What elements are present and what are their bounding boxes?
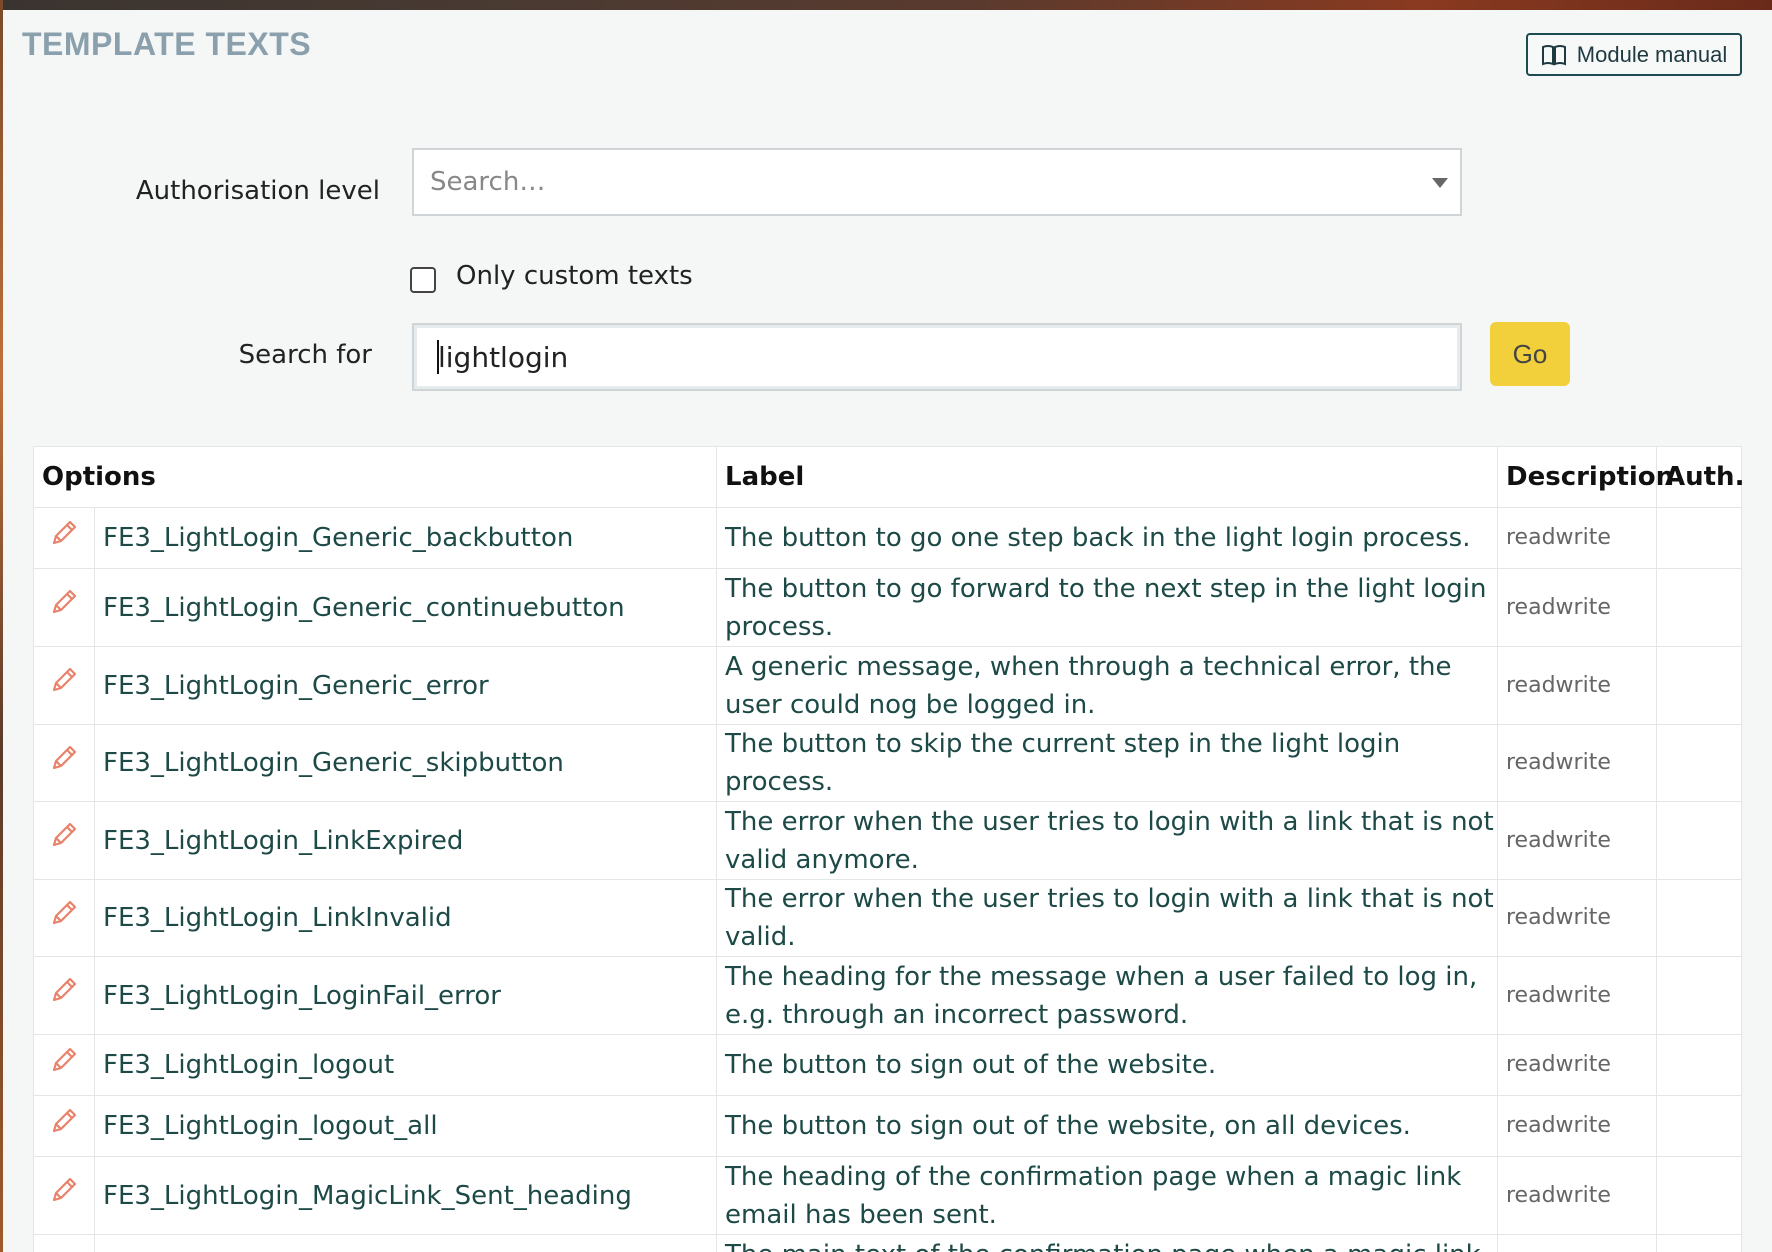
text-label: The heading of the confirmation page whe… [716,1156,1498,1235]
text-key[interactable]: FE3_LightLogin_LoginFail_error [94,956,717,1035]
page-title: TEMPLATE TEXTS [22,26,312,62]
authorisation-level-label: Authorisation level [135,176,380,206]
column-header-options[interactable]: Options [33,446,717,508]
text-description: readwrite [1497,724,1657,802]
edit-cell[interactable] [33,801,95,880]
table-row: FE3_LightLogin_Generic_skipbutton The but… [33,724,1742,802]
edit-cell[interactable] [33,879,95,957]
table-row: FE3_LightLogin_logout_all The button to s… [33,1095,1742,1157]
column-header-description[interactable]: Description [1497,446,1674,508]
text-auth [1656,956,1742,1035]
edit-cell[interactable] [33,507,95,569]
text-auth [1656,646,1742,725]
text-label: The error when the user tries to login w… [716,879,1498,957]
module-manual-label: Module manual [1576,41,1728,67]
text-key[interactable]: FE3_LightLogin_logout_all [94,1095,717,1157]
go-button[interactable]: Go [1490,322,1570,386]
table-row: FE3_LightLogin_LinkExpired The error when… [33,801,1742,880]
text-description: readwrite [1497,1234,1657,1252]
table-row: FE3_LightLogin_MagicLink_Sent_messageThe… [33,1234,1742,1252]
text-label: The heading for the message when a user … [716,956,1498,1035]
table-row: FE3_LightLogin_MagicLink_Sent_heading The… [33,1156,1742,1235]
pencil-icon[interactable] [48,586,80,618]
pencil-icon[interactable] [48,742,80,774]
edit-cell[interactable] [33,1034,95,1096]
text-label: The button to go one step back in the li… [716,507,1498,569]
column-header-auth[interactable]: Auth. [1656,446,1744,508]
text-key[interactable]: FE3_LightLogin_Generic_error [94,646,717,725]
text-key[interactable]: FE3_LightLogin_MagicLink_Sent_message [94,1234,717,1252]
edit-cell[interactable] [33,568,95,647]
window-left-strip [0,0,3,1252]
pencil-icon[interactable] [48,819,80,851]
text-description: readwrite [1497,879,1657,957]
search-for-label: Search for [238,340,372,370]
text-auth [1656,801,1742,880]
text-label: The button to go forward to the next ste… [716,568,1498,647]
text-description: readwrite [1497,646,1657,725]
pencil-icon[interactable] [48,517,80,549]
text-description: readwrite [1497,568,1657,647]
template-texts-table: Options Label Description Auth. FE3_Ligh… [33,446,1744,1252]
pencil-icon[interactable] [48,1105,80,1137]
text-description: readwrite [1497,1034,1657,1096]
chevron-down-icon [1432,178,1448,188]
text-auth [1656,1034,1742,1096]
text-auth [1656,1234,1742,1252]
edit-cell[interactable] [33,724,95,802]
table-row: FE3_LightLogin_Generic_backbutton The but… [33,507,1742,569]
table-header-row: Options Label Description Auth. [33,446,1744,508]
edit-cell[interactable] [33,1156,95,1235]
authorisation-level-placeholder: Search… [430,167,546,197]
text-auth [1656,1095,1742,1157]
text-label: The button to sign out of the website, o… [716,1095,1498,1157]
text-label: The error when the user tries to login w… [716,801,1498,880]
text-key[interactable]: FE3_LightLogin_LinkInvalid [94,879,717,957]
text-auth [1656,879,1742,957]
text-description: readwrite [1497,1095,1657,1157]
authorisation-level-select[interactable]: Search… [412,148,1462,216]
edit-cell[interactable] [33,1234,95,1252]
text-key[interactable]: FE3_LightLogin_logout [94,1034,717,1096]
text-description: readwrite [1497,801,1657,880]
window-top-strip [0,0,1772,10]
column-header-label[interactable]: Label [716,446,1498,508]
pencil-icon[interactable] [48,664,80,696]
edit-cell[interactable] [33,646,95,725]
pencil-icon[interactable] [48,1174,80,1206]
text-caret [437,340,439,374]
text-auth [1656,1156,1742,1235]
text-key[interactable]: FE3_LightLogin_MagicLink_Sent_heading [94,1156,717,1235]
book-icon [1541,44,1566,65]
pencil-icon[interactable] [48,974,80,1006]
only-custom-texts-label: Only custom texts [456,261,693,291]
text-key[interactable]: FE3_LightLogin_LinkExpired [94,801,717,880]
only-custom-texts-checkbox[interactable] [410,267,436,293]
pencil-icon[interactable] [48,897,80,929]
text-auth [1656,724,1742,802]
text-description: readwrite [1497,507,1657,569]
edit-cell[interactable] [33,956,95,1035]
search-input[interactable] [412,323,1462,391]
text-label: The main text of the confirmation page w… [716,1234,1498,1252]
text-label: The button to skip the current step in t… [716,724,1498,802]
table-row: FE3_LightLogin_logout The button to sign … [33,1034,1742,1096]
table-row: FE3_LightLogin_Generic_continuebutton The… [33,568,1742,647]
table-row: FE3_LightLogin_Generic_error A generic me… [33,646,1742,725]
text-auth [1656,507,1742,569]
edit-cell[interactable] [33,1095,95,1157]
module-manual-button[interactable]: Module manual [1526,33,1742,76]
text-description: readwrite [1497,956,1657,1035]
text-key[interactable]: FE3_LightLogin_Generic_backbutton [94,507,717,569]
pencil-icon[interactable] [48,1044,80,1076]
text-description: readwrite [1497,1156,1657,1235]
text-key[interactable]: FE3_LightLogin_Generic_continuebutton [94,568,717,647]
table-row: FE3_LightLogin_LinkInvalid The error when… [33,879,1742,957]
text-label: A generic message, when through a techni… [716,646,1498,725]
table-row: FE3_LightLogin_LoginFail_error The headin… [33,956,1742,1035]
text-label: The button to sign out of the website. [716,1034,1498,1096]
text-auth [1656,568,1742,647]
text-key[interactable]: FE3_LightLogin_Generic_skipbutton [94,724,717,802]
